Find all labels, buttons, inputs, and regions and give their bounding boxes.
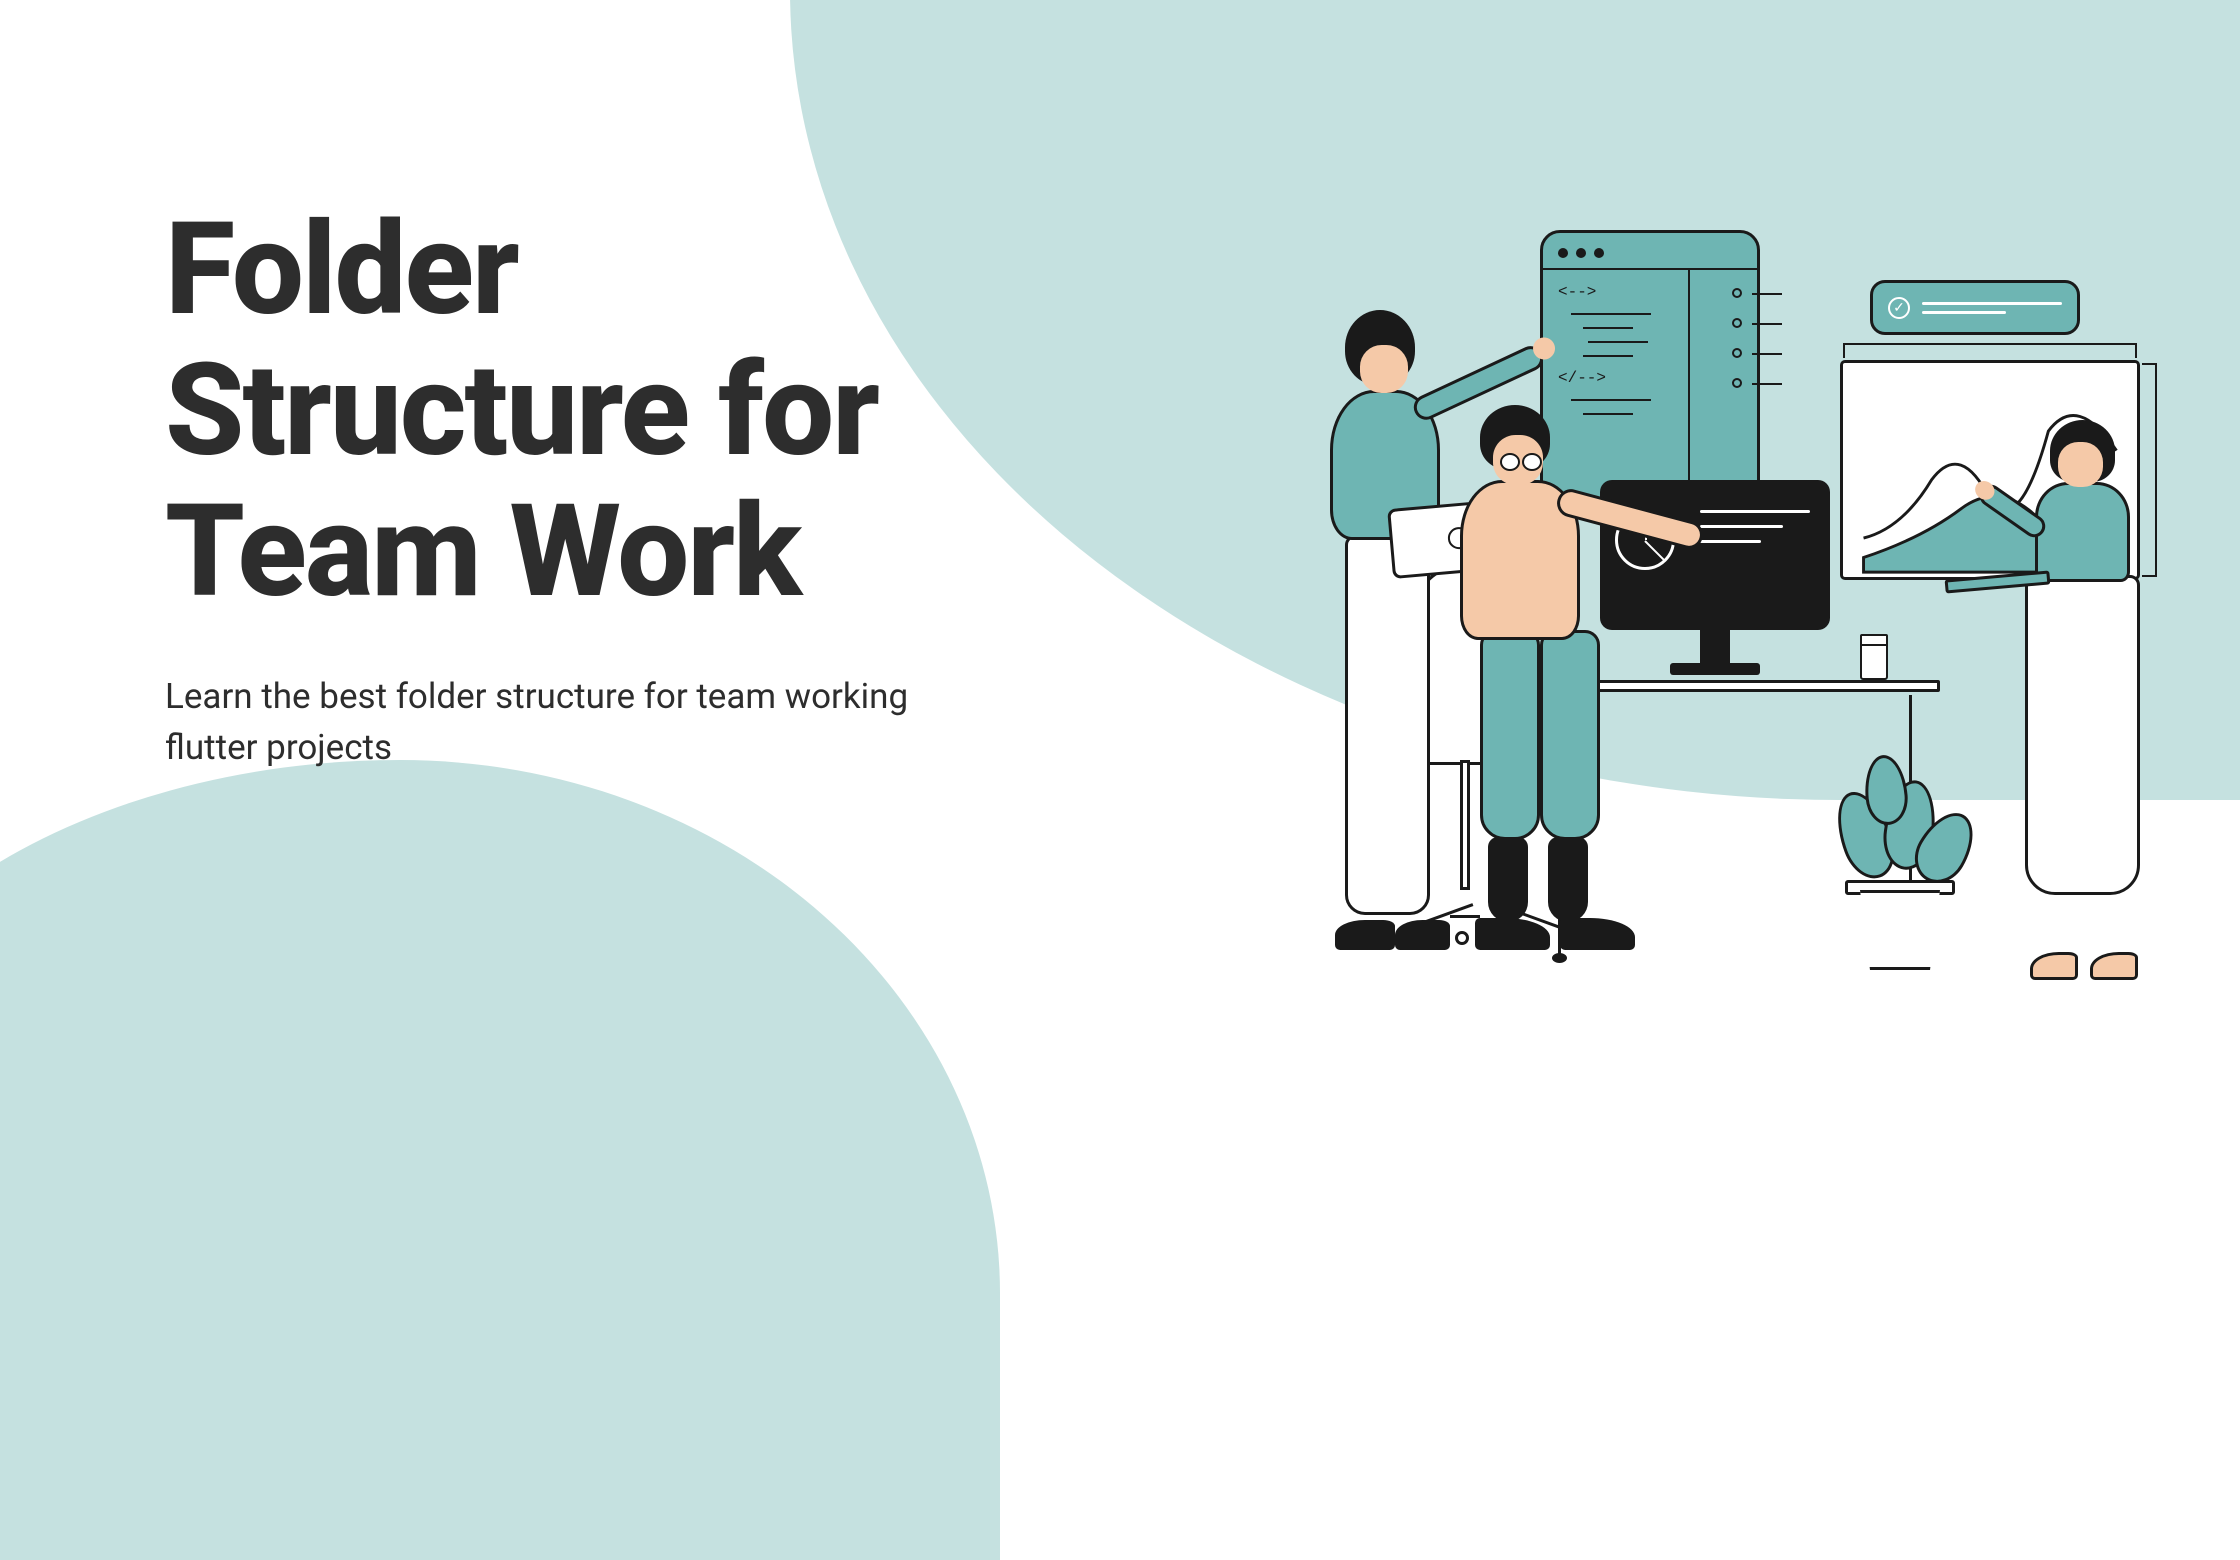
main-title: Folder Structure for Team Work	[165, 200, 945, 622]
hero-illustration: <--> </-->	[1240, 230, 2140, 990]
check-icon	[1888, 297, 1910, 319]
notification-badge-icon	[1870, 280, 2080, 335]
text-content: Folder Structure for Team Work Learn the…	[165, 200, 945, 774]
subtitle: Learn the best folder structure for team…	[165, 672, 945, 774]
person-sitting-typing-icon	[1405, 405, 1705, 955]
potted-plant-icon	[1830, 710, 1970, 970]
coffee-cup-icon	[1860, 640, 1888, 680]
person-standing-laptop-icon	[2000, 420, 2180, 980]
background-blob-bottom	[0, 760, 1000, 1560]
